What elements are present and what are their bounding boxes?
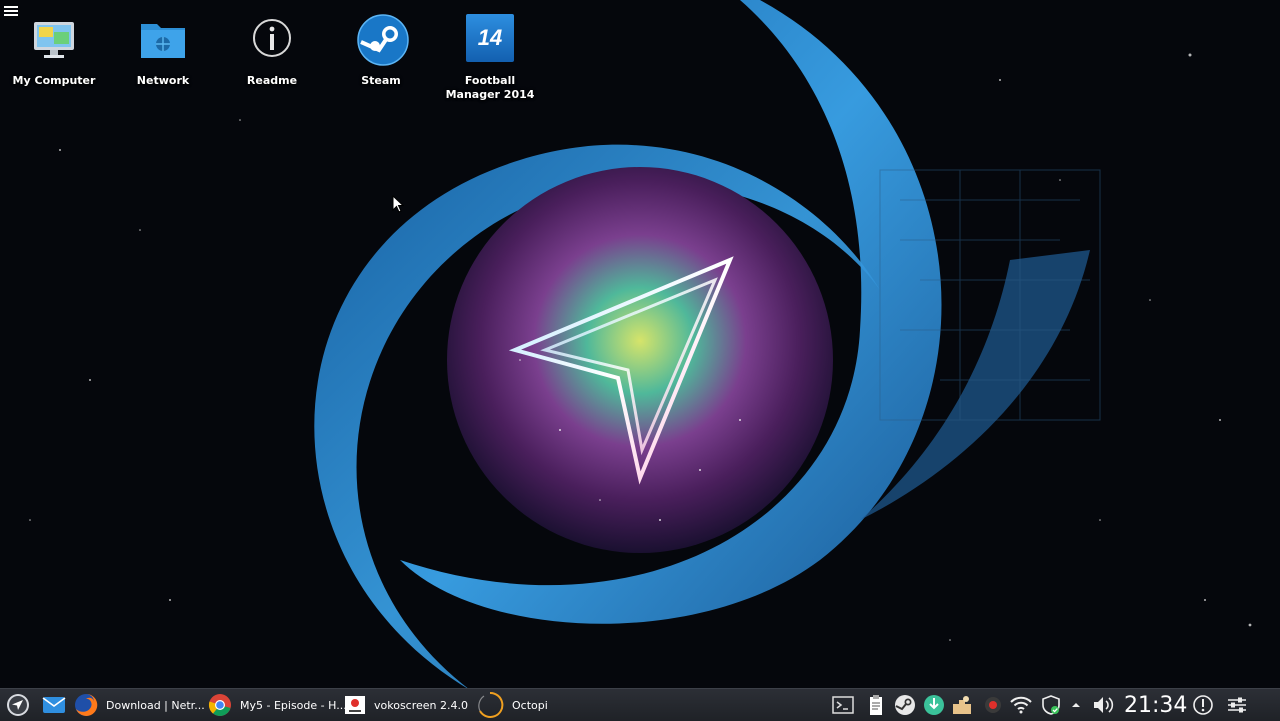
desktop-icon-steam[interactable]: Steam <box>329 14 433 88</box>
tray-security[interactable] <box>1040 689 1062 721</box>
tray-notifications[interactable] <box>1192 689 1214 721</box>
tray-record[interactable] <box>984 689 1002 721</box>
volume-icon <box>1094 697 1114 713</box>
task-label: vokoscreen 2.4.0 <box>374 698 468 712</box>
tray-app[interactable] <box>950 689 974 721</box>
vokoscreen-icon <box>345 696 365 714</box>
sliders-icon <box>1228 697 1246 713</box>
tray-settings[interactable] <box>1226 689 1248 721</box>
tray-terminal[interactable] <box>832 689 854 721</box>
clock[interactable]: 21:34 <box>1124 689 1187 721</box>
task-vokoscreen[interactable]: vokoscreen 2.4.0 <box>344 689 468 721</box>
taskbar: Download | Netr... My5 - Episode - H... … <box>0 688 1280 721</box>
mouse-cursor-icon <box>392 195 405 213</box>
info-icon <box>248 14 296 62</box>
notification-icon <box>1193 695 1213 715</box>
terminal-icon <box>832 696 854 714</box>
mail-icon <box>42 697 66 713</box>
tray-expand[interactable] <box>1070 689 1082 721</box>
computer-icon <box>30 14 78 62</box>
record-icon <box>985 697 1001 713</box>
desktop-icon-network[interactable]: Network <box>111 14 215 88</box>
task-label: My5 - Episode - H... <box>240 698 347 712</box>
puzzle-app-icon <box>953 696 971 714</box>
desktop-icon-label: Network <box>136 74 190 87</box>
start-menu-button[interactable] <box>6 689 30 721</box>
chevron-up-icon <box>1072 703 1080 707</box>
fm14-icon: 14 <box>466 14 514 62</box>
tray-volume[interactable] <box>1092 689 1116 721</box>
mail-launcher[interactable] <box>42 689 66 721</box>
tray-clipboard[interactable] <box>868 689 884 721</box>
desktop-icon-label: Readme <box>246 74 298 87</box>
desktop-icon-my-computer[interactable]: My Computer <box>2 14 106 88</box>
desktop-icon-readme[interactable]: Readme <box>220 14 324 88</box>
task-label: Octopi <box>512 698 548 712</box>
clock-time: 21:34 <box>1124 692 1188 718</box>
network-folder-icon <box>139 14 187 62</box>
desktop-icon-label: My Computer <box>12 74 96 87</box>
desktop-icon-label: Football Manager 2014 <box>445 74 535 101</box>
start-menu-icon <box>7 694 29 716</box>
update-icon <box>924 695 944 715</box>
desktop-wallpaper <box>0 0 1280 720</box>
desktop-icon-label: Steam <box>361 74 401 87</box>
tray-wifi[interactable] <box>1010 689 1032 721</box>
desktop-icon-football-manager-2014[interactable]: 14 Football Manager 2014 <box>438 14 542 102</box>
tray-update[interactable] <box>923 689 945 721</box>
task-firefox[interactable]: Download | Netr... <box>74 689 205 721</box>
task-chrome[interactable]: My5 - Episode - H... <box>208 689 347 721</box>
wifi-icon <box>1010 696 1032 714</box>
shield-icon <box>1042 695 1060 715</box>
octopi-icon <box>478 691 504 718</box>
tray-steam[interactable] <box>894 689 916 721</box>
task-label: Download | Netr... <box>106 698 205 712</box>
task-octopi[interactable]: Octopi <box>476 689 548 721</box>
clipboard-icon <box>870 695 882 715</box>
steam-icon <box>357 14 409 66</box>
firefox-icon <box>75 693 98 716</box>
steam-tray-icon <box>895 695 915 715</box>
chrome-icon <box>208 694 231 716</box>
fm14-badge: 14 <box>477 25 503 50</box>
